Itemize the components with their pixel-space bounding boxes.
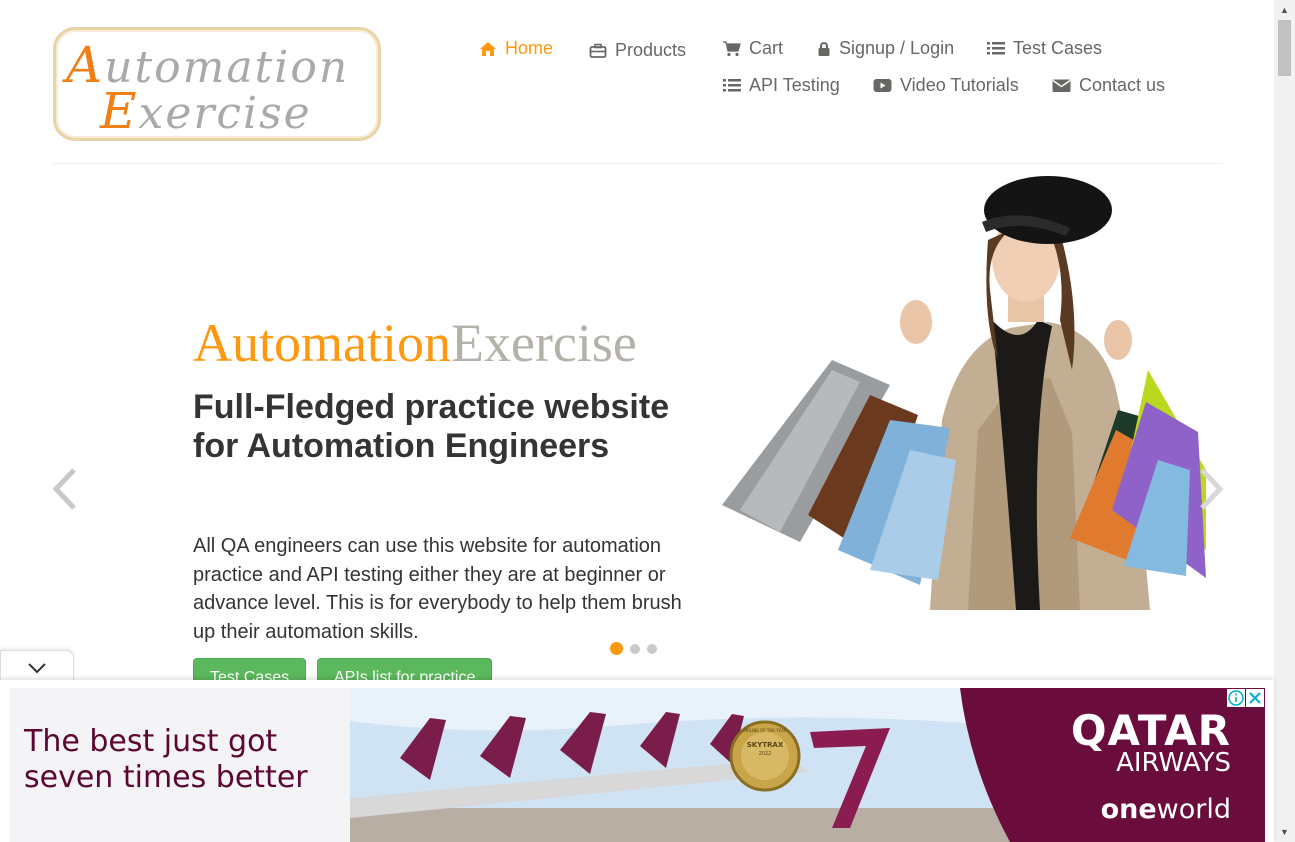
lock-icon bbox=[818, 41, 830, 56]
carousel-dot-1[interactable] bbox=[610, 642, 623, 655]
carousel-dot-2[interactable] bbox=[630, 643, 640, 654]
list-icon bbox=[987, 42, 1005, 55]
nav-contact-us[interactable]: Contact us bbox=[1052, 75, 1165, 96]
nav-signup-login[interactable]: Signup / Login bbox=[817, 38, 954, 59]
nav-contact-label: Contact us bbox=[1079, 75, 1166, 95]
chevron-down-icon bbox=[28, 663, 46, 674]
scrollbar-thumb[interactable] bbox=[1278, 20, 1291, 76]
carousel-prev-chevron-left-icon[interactable] bbox=[50, 466, 80, 512]
home-icon bbox=[480, 41, 496, 56]
slider-brand: AutomationExercise bbox=[193, 313, 637, 373]
nav-products-label: Products bbox=[615, 40, 687, 60]
badge-mid-text: SKYTRAX bbox=[746, 741, 784, 749]
ad-brand-airways: AIRWAYS bbox=[1116, 748, 1231, 778]
nav-test-cases-label: Test Cases bbox=[1013, 38, 1103, 58]
nav-home[interactable]: Home bbox=[479, 38, 553, 59]
envelope-icon bbox=[1052, 79, 1071, 92]
nav-home-label: Home bbox=[505, 38, 554, 58]
cart-icon bbox=[723, 40, 741, 56]
nav-cart-label: Cart bbox=[749, 38, 784, 58]
nav-video-tutorials[interactable]: Video Tutorials bbox=[873, 75, 1019, 96]
badge-year-text: 2022 bbox=[758, 751, 772, 757]
site-logo[interactable]: Automation Exercise bbox=[53, 27, 381, 141]
carousel-dot-3[interactable] bbox=[647, 643, 657, 654]
briefcase-icon bbox=[589, 43, 607, 58]
page-scrollbar[interactable]: ▲ ▼ bbox=[1274, 0, 1295, 842]
ad-info-icon[interactable] bbox=[1227, 689, 1245, 707]
scroll-down-icon[interactable]: ▼ bbox=[1279, 827, 1290, 837]
nav-api-testing-label: API Testing bbox=[749, 75, 840, 95]
qatar-airways-ad[interactable]: The best just got seven times better QAT… bbox=[10, 688, 1265, 842]
nav-video-label: Video Tutorials bbox=[900, 75, 1019, 95]
ad-collapse-tab[interactable] bbox=[0, 650, 74, 683]
list-icon bbox=[723, 79, 741, 92]
badge-top-text: AIRLINE OF THE YEAR bbox=[743, 728, 787, 733]
ad-tagline-line-1: The best just got bbox=[24, 724, 278, 759]
ad-tagline: The best just got seven times better bbox=[24, 724, 308, 796]
ad-tagline-line-2: seven times better bbox=[24, 760, 308, 795]
slider-description: All QA engineers can use this website fo… bbox=[193, 535, 682, 643]
nav-api-testing[interactable]: API Testing bbox=[723, 75, 840, 96]
header-divider bbox=[53, 163, 1223, 164]
nav-test-cases[interactable]: Test Cases bbox=[987, 38, 1102, 59]
nav-products[interactable]: Products bbox=[589, 40, 686, 61]
slider-headline: Full-Fledged practice website for Automa… bbox=[193, 388, 670, 465]
ad-oneworld: oneworld bbox=[1100, 794, 1231, 825]
nav-cart[interactable]: Cart bbox=[723, 38, 783, 59]
ad-award-badge: AIRLINE OF THE YEAR SKYTRAX 2022 bbox=[736, 728, 794, 757]
logo-line-2: Exercise bbox=[100, 82, 312, 140]
video-icon bbox=[873, 79, 892, 92]
carousel-indicators bbox=[610, 642, 657, 655]
carousel-next-chevron-right-icon[interactable] bbox=[1196, 466, 1226, 512]
ad-close-icon[interactable] bbox=[1246, 689, 1264, 707]
nav-signup-label: Signup / Login bbox=[839, 38, 955, 58]
scroll-up-icon[interactable]: ▲ bbox=[1279, 5, 1290, 15]
hero-image bbox=[720, 170, 1206, 610]
